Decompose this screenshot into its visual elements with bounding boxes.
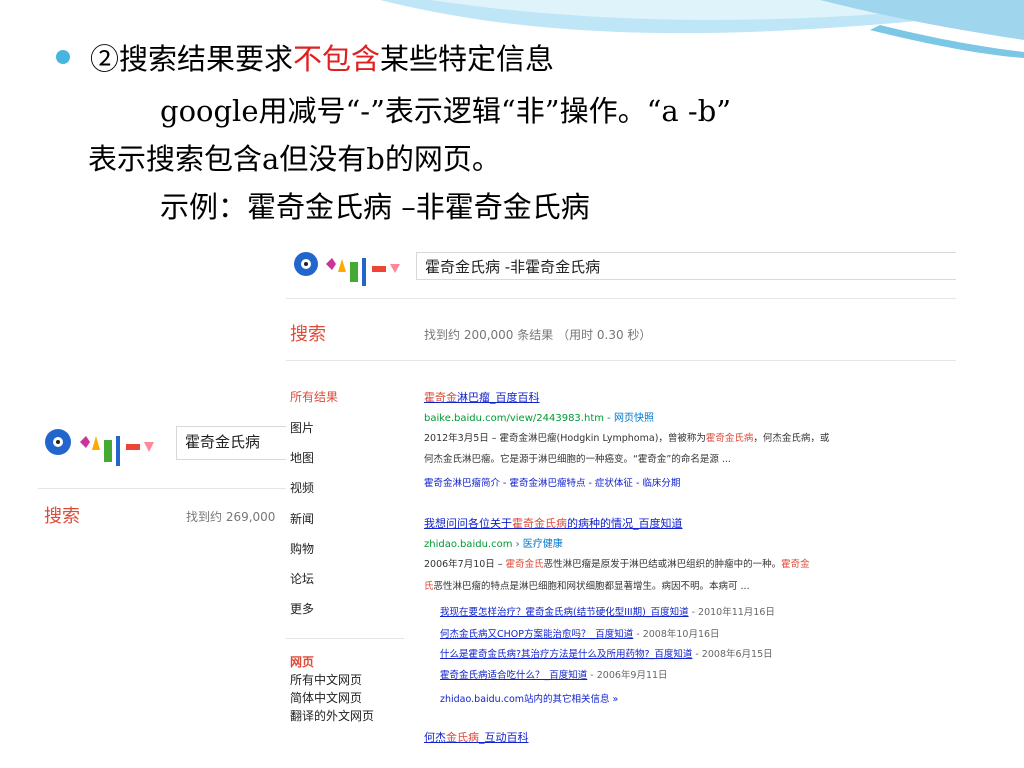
- sub-result-link[interactable]: 霍奇金氏病适合吃什么？_百度知道 - 2006年9月11日: [440, 667, 668, 681]
- result-title[interactable]: 霍奇金淋巴瘤_百度百科: [424, 389, 540, 405]
- search-label: 搜索: [44, 506, 80, 527]
- nav-all-results[interactable]: 所有结果: [290, 388, 338, 405]
- result-url: zhidao.baidu.com › 医疗健康: [424, 539, 563, 550]
- sub-result-link[interactable]: 何杰金氏病又CHOP方案能治愈吗？_百度知道 - 2008年10月16日: [440, 626, 720, 640]
- bullet-point: [56, 50, 70, 64]
- slide-text-line-2: google用减号“-”表示逻辑“非”操作。“a -b”: [160, 94, 732, 128]
- result-snippet: 氏恶性淋巴瘤的特点是淋巴细胞和网状细胞都显著增生。病因不明。本病可 ...: [424, 581, 750, 592]
- nav-maps[interactable]: 地图: [290, 449, 314, 466]
- more-results-link[interactable]: zhidao.baidu.com站内的其它相关信息 »: [440, 691, 618, 705]
- screenshot-small: 霍奇金氏病 搜索 找到约 269,000: [38, 408, 300, 544]
- slide-text-line-4: 示例：霍奇金氏病 –非霍奇金氏病: [160, 190, 590, 224]
- divider: [38, 488, 300, 489]
- nav-filter-simplified[interactable]: 简体中文网页: [290, 689, 362, 706]
- slide-text-line-3: 表示搜索包含a但没有b的网页。: [88, 142, 501, 176]
- nav-shopping[interactable]: 购物: [290, 540, 314, 557]
- google-doodle-logo: [294, 252, 400, 286]
- search-label: 搜索: [290, 324, 326, 345]
- search-input[interactable]: 霍奇金氏病: [176, 426, 300, 460]
- nav-section-web[interactable]: 网页: [290, 653, 314, 670]
- google-doodle-logo: [45, 429, 154, 466]
- divider: [286, 298, 956, 299]
- sub-result-link[interactable]: 我现在要怎样治疗？霍奇金氏病(结节硬化型III期)_百度知道 - 2010年11…: [440, 604, 775, 618]
- result-snippet: 2012年3月5日 – 霍奇金淋巴瘤(Hodgkin Lymphoma)，曾被称…: [424, 433, 830, 444]
- result-url: baike.baidu.com/view/2443983.htm - 网页快照: [424, 413, 654, 424]
- nav-videos[interactable]: 视频: [290, 479, 314, 496]
- result-snippet: 2006年7月10日 – 霍奇金氏恶性淋巴瘤是原发于淋巴结或淋巴组织的肿瘤中的一…: [424, 559, 810, 570]
- nav-images[interactable]: 图片: [290, 419, 314, 436]
- sub-result-link[interactable]: 什么是霍奇金氏病?其治疗方法是什么及所用药物?_百度知道 - 2008年6月15…: [440, 646, 773, 660]
- divider: [286, 360, 956, 361]
- result-stats: 找到约 200,000 条结果 （用时 0.30 秒）: [424, 328, 652, 342]
- result-title[interactable]: 何杰金氏病_互动百科: [424, 729, 529, 745]
- nav-filter-translated[interactable]: 翻译的外文网页: [290, 707, 374, 724]
- search-input[interactable]: 霍奇金氏病 -非霍奇金氏病: [416, 252, 956, 280]
- nav-more[interactable]: 更多: [290, 600, 314, 617]
- nav-forums[interactable]: 论坛: [290, 570, 314, 587]
- result-sitelinks[interactable]: 霍奇金淋巴瘤简介 - 霍奇金淋巴瘤特点 - 症状体征 - 临床分期: [424, 476, 680, 491]
- result-title[interactable]: 我想问问各位关于霍奇金氏病的病种的情况_百度知道: [424, 515, 683, 531]
- nav-news[interactable]: 新闻: [290, 510, 314, 527]
- result-stats: 找到约 269,000: [186, 510, 276, 524]
- slide-heading: ②搜索结果要求不包含某些特定信息: [90, 42, 555, 76]
- screenshot-main: 霍奇金氏病 -非霍奇金氏病 搜索 找到约 200,000 条结果 （用时 0.3…: [286, 238, 956, 768]
- result-snippet: 何杰金氏淋巴瘤。它是源于淋巴细胞的一种癌变。“霍奇金”的命名是源 ...: [424, 454, 731, 465]
- nav-filter-all-chinese[interactable]: 所有中文网页: [290, 671, 362, 688]
- divider: [286, 638, 404, 639]
